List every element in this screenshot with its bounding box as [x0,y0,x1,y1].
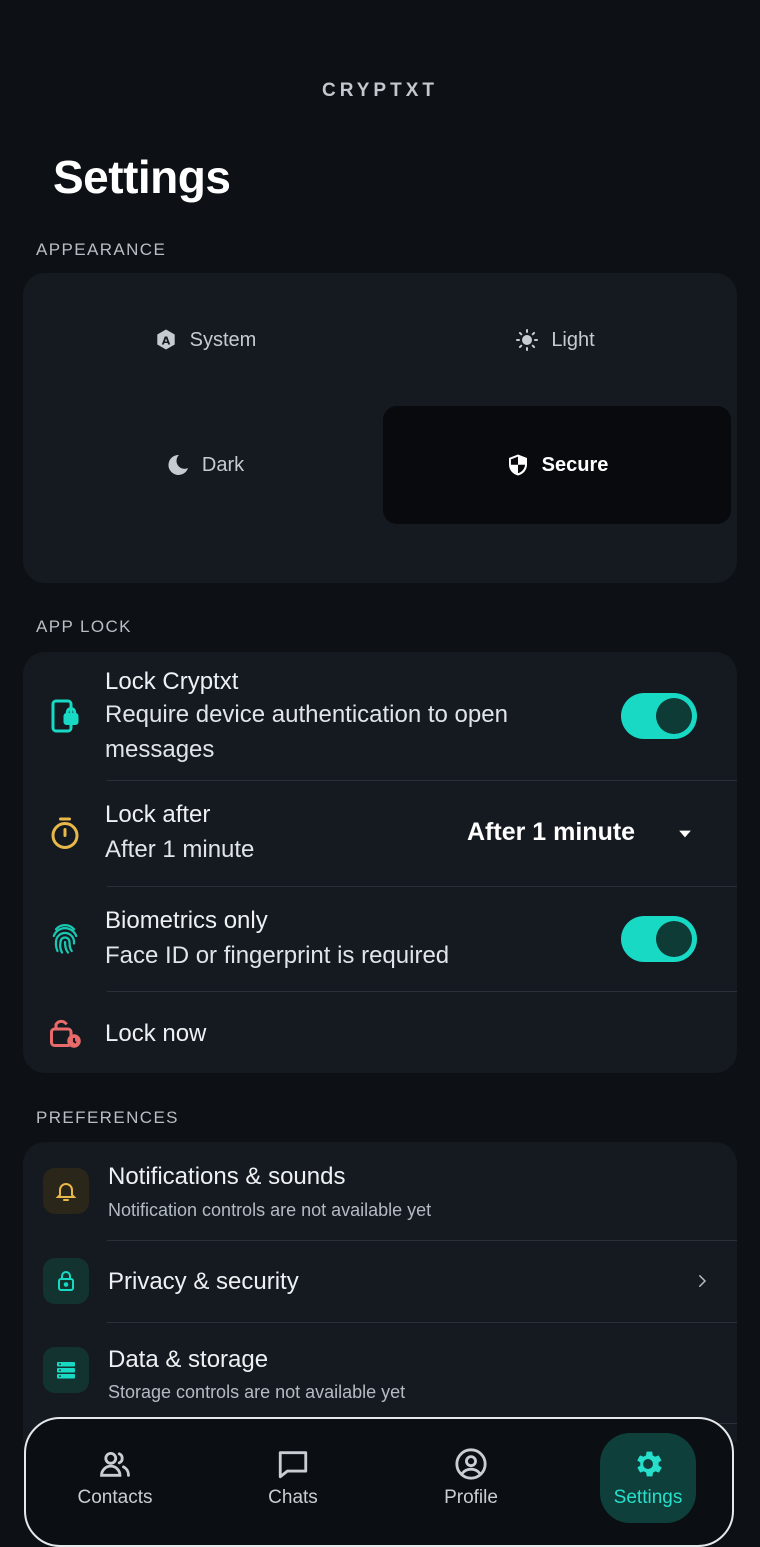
theme-option-label: Light [551,328,595,351]
bell-icon [55,1183,77,1201]
section-label-preferences: PREFERENCES [36,1108,179,1127]
theme-option-dark[interactable]: Dark [31,406,379,524]
gear-icon [637,1451,662,1477]
shield-icon [508,454,527,476]
pref-icon-box [43,1347,89,1393]
nav-item-settings[interactable]: Settings [600,1433,696,1523]
section-label-appearance: APPEARANCE [36,240,167,259]
chevron-down-icon[interactable] [675,824,695,844]
pref-subtitle: Storage controls are not available yet [108,1382,406,1402]
lock-app-row[interactable]: Lock Cryptxt Require device authenticati… [23,652,737,780]
nav-item-profile[interactable]: Profile [423,1433,519,1523]
pref-storage-row[interactable]: Data & storage Storage controls are not … [23,1323,737,1423]
pref-title: Privacy & security [108,1268,299,1295]
nav-label: Contacts [77,1487,153,1508]
profile-icon [455,1448,487,1480]
biometrics-row[interactable]: Biometrics only Face ID or fingerprint i… [23,887,737,991]
chevron-right-icon [699,1275,707,1287]
biometrics-toggle[interactable] [621,916,697,962]
biometrics-title: Biometrics only [105,907,268,934]
pref-privacy-row[interactable]: Privacy & security [23,1241,737,1321]
lock-app-toggle[interactable] [621,693,697,739]
auto-theme-icon: A [156,329,175,350]
pref-notifications-row[interactable]: Notifications & sounds Notification cont… [23,1142,737,1240]
storage-icon [57,1362,75,1379]
lock-now-row[interactable]: Lock now [23,992,737,1073]
theme-option-light[interactable]: Light [381,281,729,399]
phone-lock-icon [51,699,79,733]
svg-text:A: A [161,335,170,348]
nav-item-chats[interactable]: Chats [245,1433,341,1523]
pref-title: Notifications & sounds [108,1163,346,1190]
timer-icon [51,817,79,849]
chat-icon [278,1451,308,1479]
theme-option-label: System [189,328,257,351]
page-title: Settings [53,151,231,203]
toggle-knob [656,698,692,734]
lock-icon [58,1271,74,1291]
contacts-icon [100,1451,130,1477]
app-brand: CRYPTXT [322,80,438,101]
fingerprint-icon [52,924,78,954]
app-lock-card: Lock Cryptxt Require device authenticati… [23,652,737,1073]
lock-after-select[interactable]: After 1 minute [467,818,635,847]
nav-label: Settings [613,1487,683,1508]
theme-option-system[interactable]: A System [31,281,379,399]
lock-app-subtitle: Require device authentication to open me… [105,701,508,763]
sun-icon [516,329,539,351]
toggle-knob [656,921,692,957]
appearance-card: A System Light Dark Secure [23,273,737,583]
lock-after-row[interactable]: Lock after After 1 minute After 1 minute [23,781,737,886]
lock-app-title: Lock Cryptxt [105,668,239,695]
nav-label: Chats [268,1487,318,1508]
theme-option-label: Dark [201,453,245,476]
pref-title: Data & storage [108,1346,269,1373]
preferences-card: Notifications & sounds Notification cont… [23,1142,737,1442]
lock-after-title: Lock after [105,801,211,828]
pref-icon-box [43,1168,89,1214]
pref-icon-box [43,1258,89,1304]
biometrics-subtitle: Face ID or fingerprint is required [105,942,450,969]
pref-subtitle: Notification controls are not available … [108,1200,432,1220]
nav-item-contacts[interactable]: Contacts [67,1433,163,1523]
lock-now-title: Lock now [105,1020,207,1047]
nav-label: Profile [444,1487,498,1508]
bottom-nav: Contacts Chats Profile Settings [24,1417,734,1547]
theme-option-secure[interactable]: Secure [383,406,731,524]
moon-icon [168,454,188,475]
lock-clock-icon [50,1019,81,1048]
theme-option-label: Secure [541,453,609,476]
section-label-app-lock: APP LOCK [36,617,132,636]
